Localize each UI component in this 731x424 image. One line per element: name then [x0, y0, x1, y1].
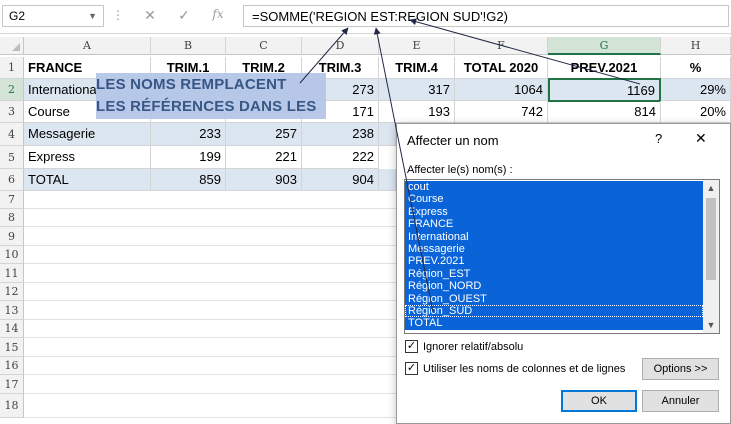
list-item[interactable]: Région_NORD	[405, 280, 703, 293]
names-listbox[interactable]: cout Course Express FRANCE International…	[404, 179, 720, 334]
table-cell[interactable]: 257	[226, 123, 302, 146]
table-header-cell[interactable]: PREV.2021	[548, 57, 661, 79]
table-cell[interactable]: 221	[226, 146, 302, 169]
column-header-d[interactable]: D	[302, 37, 379, 55]
column-header-e[interactable]: E	[379, 37, 455, 55]
list-item[interactable]: cout	[405, 181, 703, 194]
table-cell[interactable]: TOTAL	[24, 169, 151, 191]
dialog-title: Affecter un nom	[407, 133, 499, 148]
table-cell[interactable]: 199	[151, 146, 226, 169]
table-cell[interactable]: Messagerie	[24, 123, 151, 146]
list-item[interactable]: Messagerie	[405, 242, 703, 256]
enter-icon[interactable]: ✓	[174, 7, 194, 24]
row-header[interactable]: 12	[0, 283, 24, 301]
chevron-down-icon[interactable]: ▼	[88, 11, 97, 21]
row-header[interactable]: 13	[0, 301, 24, 320]
help-icon[interactable]: ?	[655, 131, 662, 146]
scroll-up-icon[interactable]: ▲	[703, 181, 719, 195]
column-header-c[interactable]: C	[226, 37, 302, 55]
table-cell[interactable]: 233	[151, 123, 226, 146]
table-cell[interactable]	[379, 123, 396, 146]
scroll-down-icon[interactable]: ▼	[703, 318, 719, 332]
use-row-col-names-label[interactable]: Utiliser les noms de colonnes et de lign…	[423, 363, 625, 375]
formula-bar: G2 ▼ ⋮ ✕ ✓ fx =SOMME('REGION EST:REGION …	[0, 0, 731, 34]
select-all-corner[interactable]	[0, 37, 24, 55]
table-header-cell[interactable]: %	[661, 57, 731, 79]
cancel-button[interactable]: Annuler	[642, 390, 719, 412]
table-cell[interactable]: 193	[379, 101, 455, 123]
table-cell[interactable]: 1064	[455, 79, 548, 101]
scroll-thumb[interactable]	[706, 198, 716, 280]
row-header[interactable]: 11	[0, 264, 24, 283]
table-cell[interactable]	[379, 169, 396, 191]
list-item[interactable]: Région_OUEST	[405, 292, 703, 305]
more-icon: ⋮	[112, 8, 124, 22]
table-header-cell[interactable]: TOTAL 2020	[455, 57, 548, 79]
row-header[interactable]: 3	[0, 101, 24, 123]
close-icon[interactable]: ✕	[695, 130, 707, 147]
list-item[interactable]: Express	[405, 205, 703, 219]
ignore-relative-label[interactable]: Ignorer relatif/absolu	[423, 341, 523, 353]
use-row-col-names-checkbox[interactable]: ✓	[405, 362, 418, 375]
table-cell[interactable]: 317	[379, 79, 455, 101]
table-cell[interactable]: 814	[548, 101, 661, 123]
row-header[interactable]: 2	[0, 79, 24, 101]
table-cell[interactable]: 859	[151, 169, 226, 191]
table-cell[interactable]: 238	[302, 123, 379, 146]
row-header[interactable]: 10	[0, 246, 24, 264]
row-header[interactable]: 15	[0, 338, 24, 357]
list-item[interactable]: International	[405, 230, 703, 243]
list-item[interactable]: Région_EST	[405, 267, 703, 281]
list-item[interactable]: TOTAL	[405, 317, 703, 330]
row-header[interactable]: 18	[0, 394, 24, 418]
row-header[interactable]: 5	[0, 146, 24, 169]
table-cell[interactable]: 903	[226, 169, 302, 191]
name-box-value: G2	[9, 9, 26, 23]
list-item[interactable]: Course	[405, 193, 703, 206]
table-cell[interactable]: 904	[302, 169, 379, 191]
column-header-h[interactable]: H	[661, 37, 731, 55]
list-item[interactable]: FRANCE	[405, 218, 703, 231]
active-cell-g2[interactable]: 1169	[548, 78, 661, 102]
row-header[interactable]: 8	[0, 209, 24, 227]
column-header-g[interactable]: G	[548, 37, 661, 55]
cancel-icon[interactable]: ✕	[140, 7, 160, 24]
row-header[interactable]: 14	[0, 320, 24, 338]
insert-function-icon[interactable]: fx	[208, 7, 228, 21]
column-header-a[interactable]: A	[24, 37, 151, 55]
column-header-b[interactable]: B	[151, 37, 226, 55]
row-header[interactable]: 9	[0, 227, 24, 246]
annotation-line-2: LES RÉFÉRENCES DANS LES	[96, 98, 317, 115]
name-box[interactable]: G2 ▼	[2, 5, 104, 27]
annotation-line-1: LES NOMS REMPLACENT	[96, 76, 287, 93]
table-cell[interactable]: 742	[455, 101, 548, 123]
table-cell[interactable]: 29%	[661, 79, 731, 101]
list-scrollbar[interactable]: ▲ ▼	[703, 180, 719, 333]
annotation-label: LES NOMS REMPLACENT LES RÉFÉRENCES DANS …	[96, 73, 326, 119]
ignore-relative-checkbox[interactable]: ✓	[405, 340, 418, 353]
row-header[interactable]: 4	[0, 123, 24, 146]
column-header-f[interactable]: F	[455, 37, 548, 55]
formula-input[interactable]: =SOMME('REGION EST:REGION SUD'!G2)	[243, 5, 729, 27]
row-header[interactable]: 1	[0, 57, 24, 79]
table-cell[interactable]: 222	[302, 146, 379, 169]
names-list-label: Affecter le(s) nom(s) :	[407, 164, 513, 176]
table-cell[interactable]: Express	[24, 146, 151, 169]
options-button[interactable]: Options >>	[642, 358, 719, 380]
row-header[interactable]: 7	[0, 191, 24, 209]
list-item[interactable]: PREV.2021	[405, 255, 703, 268]
assign-name-dialog: Affecter un nom ? ✕ Affecter le(s) nom(s…	[396, 123, 731, 424]
table-cell[interactable]: 20%	[661, 101, 731, 123]
row-header[interactable]: 17	[0, 375, 24, 394]
ok-button[interactable]: OK	[561, 390, 637, 412]
list-item[interactable]: Région_SUD	[405, 304, 703, 318]
row-header[interactable]: 6	[0, 169, 24, 191]
table-header-cell[interactable]: TRIM.4	[379, 57, 455, 79]
row-header[interactable]: 16	[0, 357, 24, 375]
